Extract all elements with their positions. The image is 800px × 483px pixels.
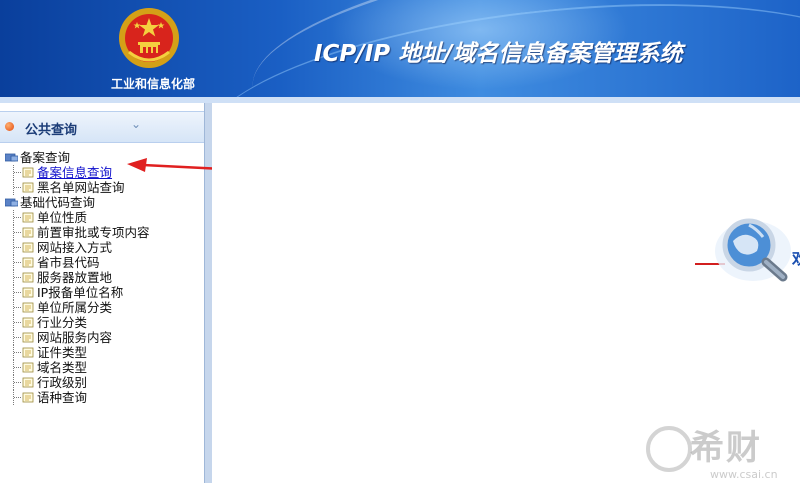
document-icon (22, 362, 34, 373)
watermark-url: www.csai.cn (710, 468, 778, 481)
sidebar-section-title: 公共查询 (25, 123, 78, 138)
document-icon (22, 377, 34, 388)
tree-item-code[interactable]: 前置审批或专项内容 (0, 225, 200, 240)
header-banner: 工业和信息化部 ICP/IP 地址/域名信息备案管理系统 (0, 0, 800, 97)
national-emblem-icon (119, 8, 179, 68)
tree-folder-icon (5, 198, 18, 207)
document-icon (22, 302, 34, 313)
tree-folder-icon (5, 153, 18, 162)
query-tree: 备案查询 备案信息查询 黑名单网站查询 基础代码查询 单位性质 前置审批或专项内… (0, 150, 200, 405)
document-icon (22, 317, 34, 328)
document-icon (22, 287, 34, 298)
document-icon (22, 212, 34, 223)
document-icon (22, 347, 34, 358)
orange-bullet-icon (5, 122, 14, 131)
sidebar-section-header[interactable]: 公共查询 ⌄ (0, 111, 205, 143)
double-chevron-down-icon[interactable]: ⌄ (128, 117, 144, 133)
watermark-brand: 希财 (690, 428, 762, 468)
tree-item-code[interactable]: 域名类型 (0, 360, 200, 375)
magnifier-globe-icon (715, 218, 791, 282)
tree-item-code[interactable]: 行业分类 (0, 315, 200, 330)
tree-item-code[interactable]: 语种查询 (0, 390, 200, 405)
document-icon (22, 182, 34, 193)
document-icon (22, 242, 34, 253)
system-title: ICP/IP 地址/域名信息备案管理系统 (314, 41, 683, 67)
document-icon (22, 392, 34, 403)
tree-item-code[interactable]: 服务器放置地 (0, 270, 200, 285)
tree-item-code[interactable]: 单位所属分类 (0, 300, 200, 315)
tree-node-basic-code-query[interactable]: 基础代码查询 (0, 195, 200, 210)
tree-item-code[interactable]: 网站服务内容 (0, 330, 200, 345)
document-icon (22, 272, 34, 283)
basic-code-list: 单位性质 前置审批或专项内容 网站接入方式 省市县代码 服务器放置地 IP报备单位名称 单位… (0, 210, 200, 405)
tree-item-code[interactable]: 省市县代码 (0, 255, 200, 270)
document-icon (22, 332, 34, 343)
welcome-partial-text: 欢 (792, 245, 800, 269)
watermark-logo-icon (646, 426, 692, 472)
watermark: 希财 www.csai.cn (640, 418, 800, 483)
document-icon (22, 257, 34, 268)
tree-item-code[interactable]: 单位性质 (0, 210, 200, 225)
tree-item-code[interactable]: IP报备单位名称 (0, 285, 200, 300)
tree-item-code[interactable]: 证件类型 (0, 345, 200, 360)
ministry-name: 工业和信息化部 (110, 77, 195, 91)
document-icon (22, 227, 34, 238)
document-icon (22, 167, 34, 178)
tree-item-code[interactable]: 网站接入方式 (0, 240, 200, 255)
tree-item-code[interactable]: 行政级别 (0, 375, 200, 390)
